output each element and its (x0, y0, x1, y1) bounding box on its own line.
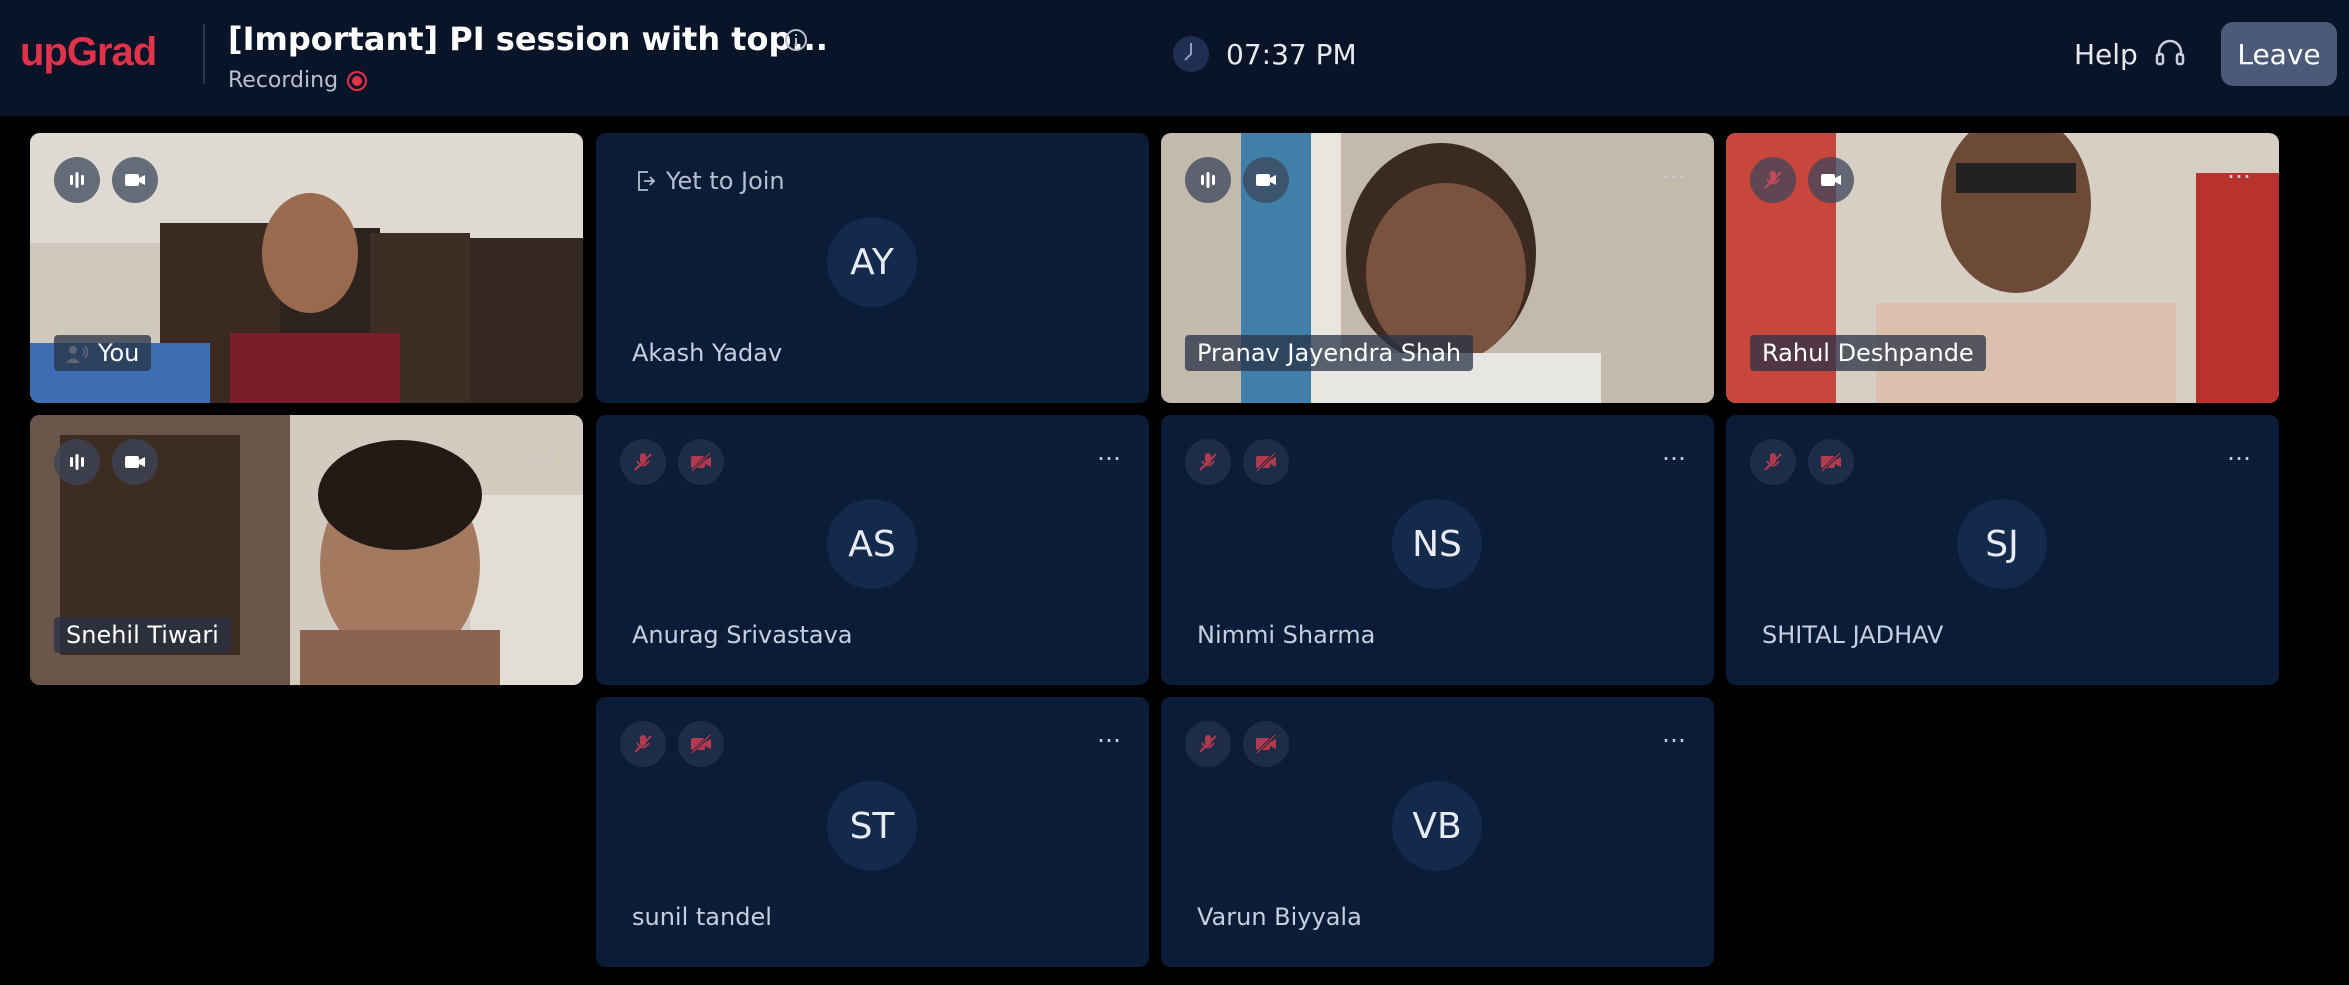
participant-tile[interactable]: … NS Nimmi Sharma (1161, 415, 1714, 685)
more-options-icon[interactable]: … (2227, 440, 2253, 464)
help-button[interactable]: Help (2074, 38, 2138, 71)
more-options-icon[interactable]: … (1662, 722, 1688, 746)
mic-muted-icon (620, 721, 666, 767)
participant-name: Varun Biyyala (1185, 899, 1374, 935)
participant-name: Pranav Jayendra Shah (1185, 335, 1474, 371)
participant-tile[interactable]: … Rahul Deshpande (1726, 133, 2279, 403)
avatar: NS (1392, 499, 1482, 589)
participant-name: Akash Yadav (620, 335, 795, 371)
participant-tile[interactable]: … VB Varun Biyyala (1161, 697, 1714, 967)
participant-name: You (54, 335, 152, 371)
participant-name: Rahul Deshpande (1750, 335, 1986, 371)
session-title: [Important] PI session with top... (228, 20, 828, 58)
participant-name: Anurag Srivastava (620, 617, 865, 653)
participant-tile[interactable]: … SJ SHITAL JADHAV (1726, 415, 2279, 685)
more-options-icon[interactable]: … (1097, 440, 1123, 464)
recording-label: Recording (228, 68, 339, 93)
more-options-icon[interactable]: … (1097, 722, 1123, 746)
participant-name: Snehil Tiwari (54, 617, 231, 653)
participant-tile[interactable]: … Snehil Tiwari (30, 415, 583, 685)
mic-muted-icon (1185, 721, 1231, 767)
camera-off-icon (1243, 721, 1289, 767)
participant-tile-you[interactable]: You (30, 133, 583, 403)
participant-tile[interactable]: … AS Anurag Srivastava (596, 415, 1149, 685)
divider (203, 24, 205, 84)
avatar: VB (1392, 781, 1482, 871)
headset-icon[interactable] (2153, 36, 2187, 70)
avatar: ST (827, 781, 917, 871)
audio-level-icon (1185, 157, 1231, 203)
more-options-icon[interactable]: … (1662, 440, 1688, 464)
camera-on-icon (112, 439, 158, 485)
mic-muted-icon (1185, 439, 1231, 485)
camera-off-icon (1808, 439, 1854, 485)
top-bar: upGrad [Important] PI session with top..… (0, 0, 2349, 116)
recording-indicator-icon (347, 71, 367, 91)
clock-icon (1173, 36, 1209, 72)
participant-name: sunil tandel (620, 899, 784, 935)
exit-door-icon (638, 171, 656, 191)
avatar: AS (827, 499, 917, 589)
participant-name: SHITAL JADHAV (1750, 617, 1956, 653)
mic-muted-icon (620, 439, 666, 485)
upgrad-logo: upGrad (20, 30, 157, 74)
camera-on-icon (112, 157, 158, 203)
avatar: SJ (1957, 499, 2047, 589)
more-options-icon[interactable]: … (531, 440, 557, 464)
participant-tile[interactable]: … ST sunil tandel (596, 697, 1149, 967)
audio-level-icon (54, 439, 100, 485)
more-options-icon[interactable]: … (2227, 158, 2253, 182)
camera-off-icon (678, 721, 724, 767)
participant-tile[interactable]: … Pranav Jayendra Shah (1161, 133, 1714, 403)
camera-off-icon (1243, 439, 1289, 485)
more-options-icon[interactable]: … (1662, 158, 1688, 182)
mic-muted-icon (1750, 439, 1796, 485)
audio-level-icon (54, 157, 100, 203)
mic-muted-icon (1750, 157, 1796, 203)
join-status: Yet to Join (666, 167, 785, 195)
camera-off-icon (678, 439, 724, 485)
participant-tile[interactable]: Yet to Join AY Akash Yadav (596, 133, 1149, 403)
participant-name: Nimmi Sharma (1185, 617, 1388, 653)
info-icon[interactable] (784, 28, 808, 52)
meeting-time: 07:37 PM (1226, 38, 1357, 71)
camera-on-icon (1808, 157, 1854, 203)
avatar: AY (827, 217, 917, 307)
camera-on-icon (1243, 157, 1289, 203)
leave-button[interactable]: Leave (2221, 22, 2337, 86)
